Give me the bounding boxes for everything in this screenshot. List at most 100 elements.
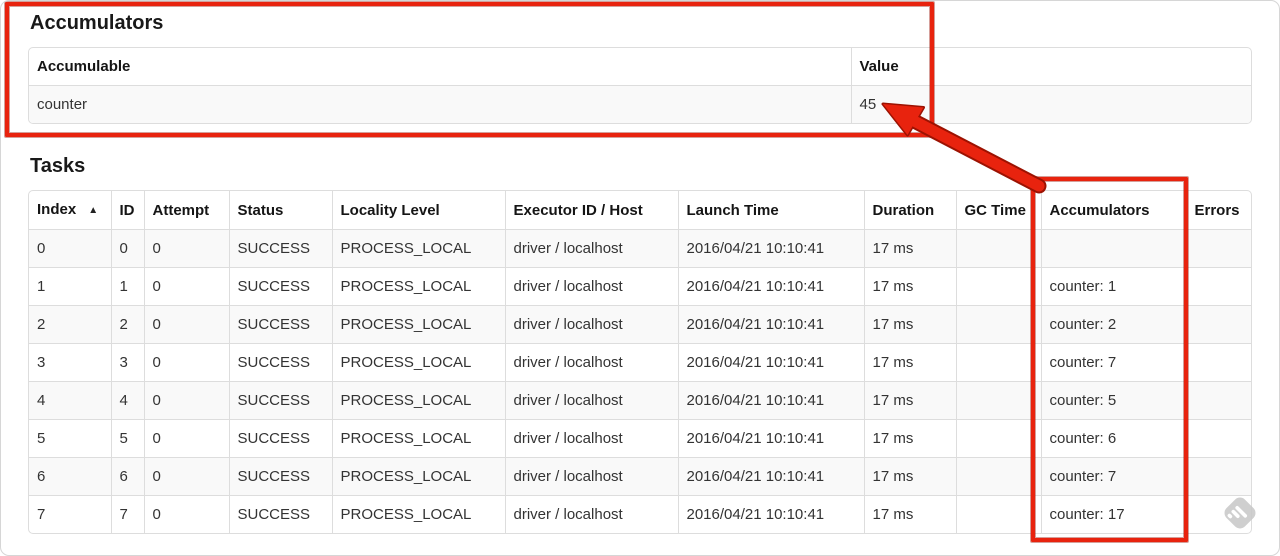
column-header-label: Value: [859, 58, 899, 75]
column-header-label: ID: [119, 201, 135, 219]
tasks-table-header-row: Index ▲ ID Attempt Status Locality Level Execu…: [29, 191, 1251, 230]
table-cell: counter: [29, 85, 851, 123]
table-cell: 2016/04/21 10:10:41: [677, 457, 864, 496]
table-cell: driver / localhost: [504, 495, 678, 533]
table-cell: driver / localhost: [504, 419, 678, 458]
table-cell: 0: [143, 229, 229, 268]
table-row: 6 6 0 SUCCESS PROCESS_LOCAL driver / localhos…: [29, 457, 1251, 496]
table-cell: 6: [29, 457, 111, 496]
column-header-gc-time[interactable]: GC Time: [955, 191, 1041, 230]
table-cell: 7: [110, 495, 144, 533]
accumulators-table: Accumulable Value counter 45: [28, 47, 1252, 124]
table-cell: SUCCESS: [228, 419, 332, 458]
table-cell: [955, 305, 1041, 344]
column-header-label: Launch Time: [686, 201, 779, 219]
table-cell: driver / localhost: [504, 381, 678, 420]
table-cell: counter: 5: [1040, 381, 1186, 420]
table-cell: [955, 457, 1041, 496]
table-cell: [1185, 229, 1251, 268]
column-header-label: Index: [37, 201, 77, 218]
table-row: 1 1 0 SUCCESS PROCESS_LOCAL driver / localhos…: [29, 267, 1251, 306]
accumulators-section-title: Accumulators: [30, 12, 164, 34]
table-cell: 7: [29, 495, 111, 533]
table-cell: [1185, 343, 1251, 382]
table-cell: 2016/04/21 10:10:41: [677, 343, 864, 382]
table-cell: 1: [110, 267, 144, 306]
table-cell: 2016/04/21 10:10:41: [677, 381, 864, 420]
table-cell: SUCCESS: [228, 267, 332, 306]
table-row: counter 45: [29, 85, 1251, 123]
table-cell: [955, 343, 1041, 382]
table-cell: SUCCESS: [228, 495, 332, 533]
column-header-status[interactable]: Status: [228, 191, 332, 230]
column-header-label: Errors: [1194, 201, 1240, 219]
table-cell: 17 ms: [863, 267, 956, 306]
column-header-label: Locality Level: [340, 201, 440, 219]
sort-ascending-icon: ▲: [88, 205, 99, 216]
table-cell: 2016/04/21 10:10:41: [677, 495, 864, 533]
column-header-attempt[interactable]: Attempt: [143, 191, 229, 230]
column-header-label: Accumulable: [37, 58, 131, 75]
table-cell: 17 ms: [863, 457, 956, 496]
table-cell: [955, 495, 1041, 533]
table-row: 7 7 0 SUCCESS PROCESS_LOCAL driver / localhos…: [29, 495, 1251, 533]
column-header-executor-id-host[interactable]: Executor ID / Host: [504, 191, 678, 230]
table-cell: [955, 267, 1041, 306]
table-cell: PROCESS_LOCAL: [331, 267, 505, 306]
table-cell: 17 ms: [863, 305, 956, 344]
column-header-accumulable[interactable]: Accumulable: [29, 48, 851, 86]
table-cell: 0: [143, 495, 229, 533]
column-header-launch-time[interactable]: Launch Time: [677, 191, 864, 230]
table-cell: counter: 7: [1040, 343, 1186, 382]
table-row: 0 0 0 SUCCESS PROCESS_LOCAL driver / localhos…: [29, 229, 1251, 268]
tasks-table-body: 0 0 0 SUCCESS PROCESS_LOCAL driver / localhos…: [29, 229, 1251, 533]
column-header-duration[interactable]: Duration: [863, 191, 956, 230]
table-cell: PROCESS_LOCAL: [331, 419, 505, 458]
table-cell: driver / localhost: [504, 267, 678, 306]
column-header-label: Accumulators: [1049, 201, 1150, 219]
table-cell: 0: [143, 267, 229, 306]
table-cell: [1185, 381, 1251, 420]
table-cell: 0: [143, 305, 229, 344]
table-cell: 0: [110, 229, 144, 268]
column-header-label: Status: [237, 201, 284, 219]
table-cell: 5: [110, 419, 144, 458]
table-cell: driver / localhost: [504, 457, 678, 496]
table-cell: PROCESS_LOCAL: [331, 457, 505, 496]
table-cell: 4: [29, 381, 111, 420]
table-cell: PROCESS_LOCAL: [331, 305, 505, 344]
table-cell: 17 ms: [863, 229, 956, 268]
table-cell: counter: 2: [1040, 305, 1186, 344]
table-row: 2 2 0 SUCCESS PROCESS_LOCAL driver / localhos…: [29, 305, 1251, 344]
table-cell: 0: [29, 229, 111, 268]
table-cell: 17 ms: [863, 419, 956, 458]
table-cell: PROCESS_LOCAL: [331, 381, 505, 420]
table-row: 3 3 0 SUCCESS PROCESS_LOCAL driver / localhos…: [29, 343, 1251, 382]
table-cell: 2: [110, 305, 144, 344]
table-cell: [1040, 229, 1186, 268]
table-cell: 3: [29, 343, 111, 382]
table-cell: [955, 381, 1041, 420]
accumulators-table-header-row: Accumulable Value: [29, 48, 1251, 86]
table-cell: 1: [29, 267, 111, 306]
table-cell: SUCCESS: [228, 381, 332, 420]
table-cell: [955, 419, 1041, 458]
table-cell: 3: [110, 343, 144, 382]
column-header-label: Duration: [872, 201, 935, 219]
table-cell: PROCESS_LOCAL: [331, 229, 505, 268]
column-header-index[interactable]: Index ▲: [29, 191, 111, 230]
table-cell: driver / localhost: [504, 305, 678, 344]
column-header-id[interactable]: ID: [110, 191, 144, 230]
table-cell: driver / localhost: [504, 229, 678, 268]
table-cell: 2016/04/21 10:10:41: [677, 229, 864, 268]
table-cell: 5: [29, 419, 111, 458]
table-cell: [955, 229, 1041, 268]
table-cell: counter: 7: [1040, 457, 1186, 496]
column-header-errors[interactable]: Errors: [1185, 191, 1251, 230]
table-cell: counter: 1: [1040, 267, 1186, 306]
column-header-locality-level[interactable]: Locality Level: [331, 191, 505, 230]
table-cell: SUCCESS: [228, 343, 332, 382]
column-header-accumulators[interactable]: Accumulators: [1040, 191, 1186, 230]
column-header-value[interactable]: Value: [850, 48, 1251, 86]
table-cell: [1185, 267, 1251, 306]
